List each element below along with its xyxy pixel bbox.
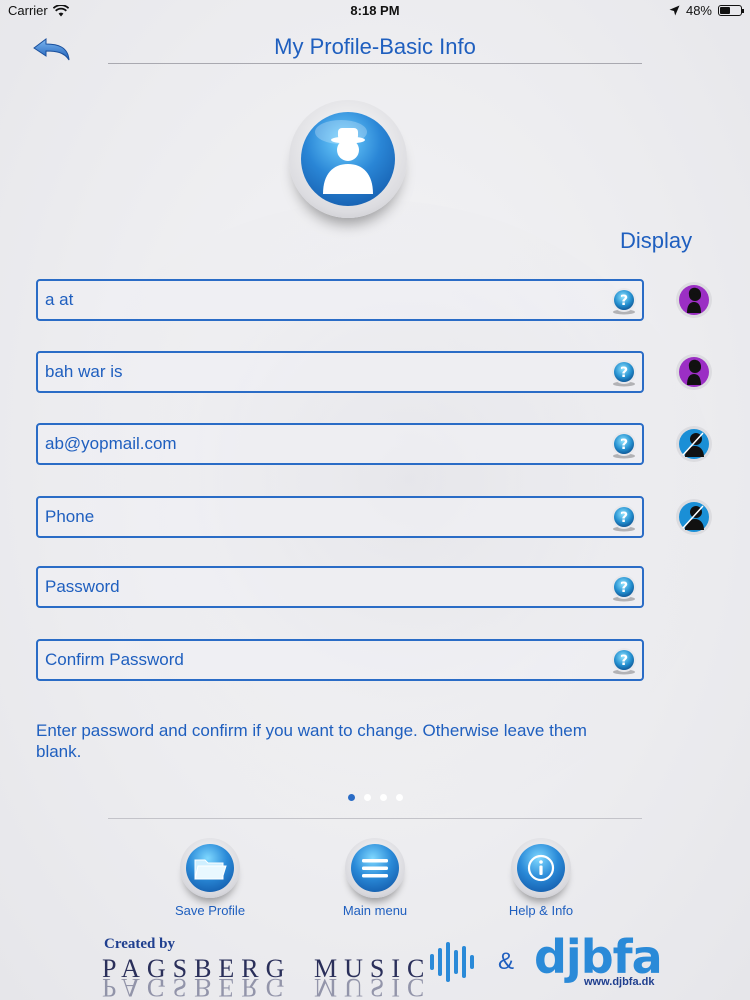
help-info-label: Help & Info xyxy=(508,903,574,918)
battery-fill xyxy=(720,7,730,14)
svg-text:?: ? xyxy=(620,510,628,526)
page-dot[interactable] xyxy=(347,794,355,801)
created-by-label: Created by xyxy=(104,936,175,952)
svg-text:?: ? xyxy=(620,580,628,596)
page-dot[interactable] xyxy=(395,794,403,801)
female-silhouette-icon xyxy=(676,354,712,390)
male-silhouette-icon xyxy=(676,426,712,462)
help-icon[interactable]: ? xyxy=(610,574,638,602)
phone-field[interactable]: ? xyxy=(36,496,644,538)
help-icon[interactable]: ? xyxy=(610,647,638,675)
main-menu-inner xyxy=(351,844,399,892)
email-input[interactable] xyxy=(38,425,598,463)
help-info-button[interactable]: Help & Info xyxy=(481,838,601,922)
confirm-password-input[interactable] xyxy=(38,641,598,679)
main-menu-circle xyxy=(345,838,405,898)
svg-text:?: ? xyxy=(620,653,628,669)
bottom-divider xyxy=(108,818,642,819)
footer-branding: Created by PAGSBERG PAGSBERG MUSIC MUSIC… xyxy=(100,930,663,1000)
menu-icon xyxy=(362,859,388,878)
title-divider xyxy=(108,63,642,64)
pagsberg-logo-reflection: PAGSBERG xyxy=(102,973,292,1000)
battery-percent: 48% xyxy=(685,3,712,18)
battery-icon xyxy=(718,5,744,16)
help-icon[interactable]: ? xyxy=(610,431,638,459)
page-title: My Profile-Basic Info xyxy=(274,34,476,59)
confirm-password-field[interactable]: ? xyxy=(36,639,644,681)
svg-text:?: ? xyxy=(620,293,628,309)
avatar-button[interactable] xyxy=(289,100,407,218)
display-toggle-first-name[interactable] xyxy=(675,281,713,319)
info-icon xyxy=(527,854,555,882)
avatar xyxy=(301,112,395,206)
first-name-field[interactable]: ? xyxy=(36,279,644,321)
sound-wave-icon xyxy=(430,942,474,982)
main-menu-label: Main menu xyxy=(342,903,408,918)
first-name-input[interactable] xyxy=(38,281,598,319)
password-input[interactable] xyxy=(38,568,598,606)
person-silhouette-icon xyxy=(315,120,373,194)
last-name-field[interactable]: ? xyxy=(36,351,644,393)
main-menu-button[interactable]: Main menu xyxy=(315,838,435,922)
display-toggle-email[interactable] xyxy=(675,425,713,463)
phone-input[interactable] xyxy=(38,498,598,536)
password-field[interactable]: ? xyxy=(36,566,644,608)
female-silhouette-icon xyxy=(676,282,712,318)
help-icon[interactable]: ? xyxy=(610,287,638,315)
music-logo-reflection: MUSIC xyxy=(314,973,432,1000)
display-label: Display xyxy=(620,228,693,253)
help-info-circle xyxy=(511,838,571,898)
page-indicator[interactable] xyxy=(0,794,750,801)
djbfa-url[interactable]: www.djbfa.dk xyxy=(584,976,655,988)
back-button[interactable] xyxy=(30,36,74,66)
email-field[interactable]: ? xyxy=(36,423,644,465)
save-profile-inner xyxy=(186,844,234,892)
save-profile-label: Save Profile xyxy=(174,903,246,918)
save-profile-circle xyxy=(180,838,240,898)
status-right: 48% xyxy=(669,3,744,18)
help-info-inner xyxy=(517,844,565,892)
status-bar: Carrier 8:18 PM 48% xyxy=(0,0,750,22)
svg-text:?: ? xyxy=(620,437,628,453)
page-dot[interactable] xyxy=(379,794,387,801)
password-note: Enter password and confirm if you want t… xyxy=(36,721,587,761)
ampersand-label: & xyxy=(498,948,515,975)
svg-text:?: ? xyxy=(620,365,628,381)
status-time: 8:18 PM xyxy=(350,3,400,18)
help-icon[interactable]: ? xyxy=(610,359,638,387)
display-toggle-last-name[interactable] xyxy=(675,353,713,391)
location-arrow-icon xyxy=(669,5,680,16)
folder-icon xyxy=(194,859,227,880)
display-toggle-phone[interactable] xyxy=(675,498,713,536)
back-arrow-icon xyxy=(33,38,70,61)
save-profile-button[interactable]: Save Profile xyxy=(150,838,270,922)
male-silhouette-icon xyxy=(676,499,712,535)
last-name-input[interactable] xyxy=(38,353,598,391)
help-icon[interactable]: ? xyxy=(610,504,638,532)
page-dot[interactable] xyxy=(363,794,371,801)
